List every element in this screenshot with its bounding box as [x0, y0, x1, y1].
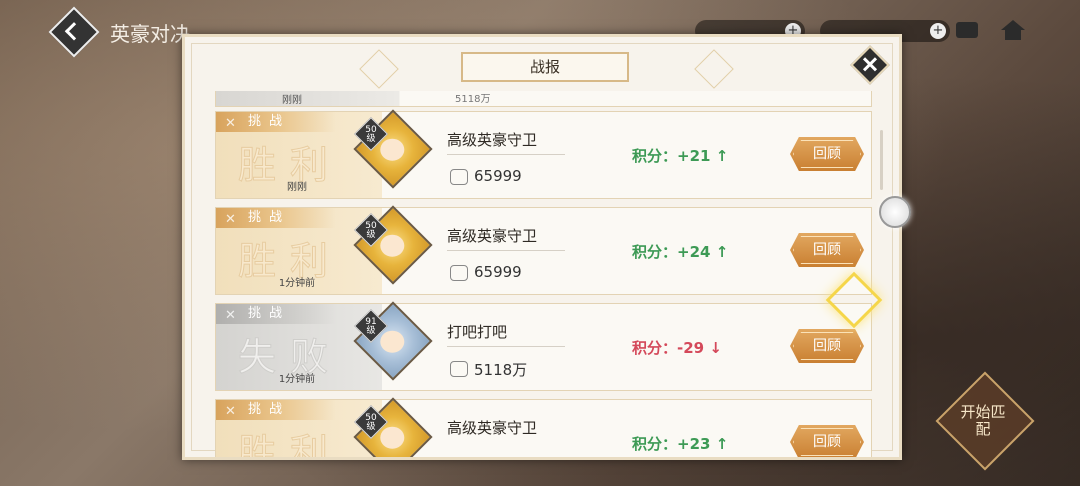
crossed-swords-icon: ✕: [225, 116, 244, 131]
level-unit: 级: [366, 326, 376, 336]
record-time: 刚刚: [282, 95, 302, 106]
review-button[interactable]: 回顾: [790, 425, 864, 457]
home-icon[interactable]: [1001, 20, 1025, 42]
record-list[interactable]: 刚刚 5118万 ✕ 挑战 胜利 刚刚 50 级 高级英豪守卫 65999 积分：+…: [212, 91, 874, 457]
arrow-down-icon: ↓: [709, 339, 722, 357]
level-unit: 级: [366, 230, 376, 240]
challenge-tag: ✕ 挑战: [216, 400, 336, 420]
record-time: 1分钟前: [278, 278, 316, 289]
chat-icon[interactable]: [956, 22, 978, 38]
start-match-label: 开始匹配: [960, 403, 1006, 438]
list-item: ✕ 挑战 胜利 1分钟前 50 级 高级英豪守卫 65999 积分：+24 ↑ 回顾: [215, 205, 872, 295]
opponent-name: 高级英豪守卫: [447, 419, 538, 437]
opponent-name: 高级英豪守卫: [447, 227, 538, 245]
record-time: 刚刚: [287, 182, 307, 193]
list-item: ✕ 挑战 胜利 50 级 高级英豪守卫 积分：+23 ↑ 回顾: [215, 397, 872, 457]
score-change: 积分：+21 ↑: [632, 147, 729, 165]
result-panel: ✕ 挑战 失败 1分钟前: [216, 304, 382, 390]
crossed-swords-icon: ✕: [225, 308, 244, 323]
plus-icon[interactable]: +: [930, 23, 946, 39]
opponent-name: 高级英豪守卫: [447, 131, 538, 149]
result-panel: ✕ 挑战 胜利 刚刚: [216, 112, 382, 198]
power-value: 5118万: [455, 94, 491, 105]
power-value: 65999: [474, 167, 522, 185]
review-button[interactable]: 回顾: [790, 233, 864, 267]
challenge-tag: ✕ 挑战: [216, 112, 336, 132]
review-button[interactable]: 回顾: [790, 137, 864, 171]
decoration-diamond: [359, 49, 399, 89]
score-change: 积分：+23 ↑: [632, 435, 729, 453]
record-time: 1分钟前: [278, 374, 316, 385]
opponent-name: 打吧打吧: [447, 323, 508, 341]
list-item: ✕ 挑战 失败 1分钟前 91 级 打吧打吧 5118万 积分：-29 ↓ 回顾: [215, 301, 872, 391]
crossed-swords-icon: ✕: [225, 404, 244, 419]
level-unit: 级: [366, 134, 376, 144]
arrow-up-icon: ↑: [715, 147, 729, 165]
power-icon: [450, 361, 468, 377]
battle-report-dialog: 战报 刚刚 5118万 ✕ 挑战 胜利 刚刚 50 级 高级英豪守卫 65999 积…: [182, 34, 902, 460]
back-arrow-icon[interactable]: [48, 6, 100, 58]
power-icon: [450, 265, 468, 281]
divider: [447, 154, 565, 155]
page-title: 英豪对决: [110, 22, 190, 46]
list-item: 刚刚 5118万: [215, 91, 872, 107]
review-button[interactable]: 回顾: [790, 329, 864, 363]
result-text: 胜利: [238, 431, 343, 458]
result-panel: ✕ 挑战 胜利: [216, 400, 382, 457]
score-change: 积分：+24 ↑: [632, 243, 729, 261]
decoration-diamond: [694, 49, 734, 89]
score-change: 积分：-29 ↓: [632, 339, 722, 357]
divider: [447, 346, 565, 347]
crossed-swords-icon: ✕: [225, 212, 244, 227]
arrow-up-icon: ↑: [715, 243, 729, 261]
close-button[interactable]: [850, 45, 890, 85]
power-icon: [450, 169, 468, 185]
power-value: 5118万: [474, 361, 528, 379]
scrollbar-thumb[interactable]: [879, 196, 911, 228]
power-value: 65999: [474, 263, 522, 281]
dialog-title-frame: 战报: [461, 52, 629, 82]
challenge-tag: ✕ 挑战: [216, 304, 336, 324]
list-item: ✕ 挑战 胜利 刚刚 50 级 高级英豪守卫 65999 积分：+21 ↑ 回顾: [215, 109, 872, 199]
challenge-tag: ✕ 挑战: [216, 208, 336, 228]
result-panel: ✕ 挑战 胜利 1分钟前: [216, 208, 382, 294]
scrollbar-track[interactable]: [880, 130, 883, 190]
dialog-title: 战报: [529, 58, 560, 76]
divider: [447, 250, 565, 251]
arrow-up-icon: ↑: [715, 435, 729, 453]
level-unit: 级: [366, 422, 376, 432]
